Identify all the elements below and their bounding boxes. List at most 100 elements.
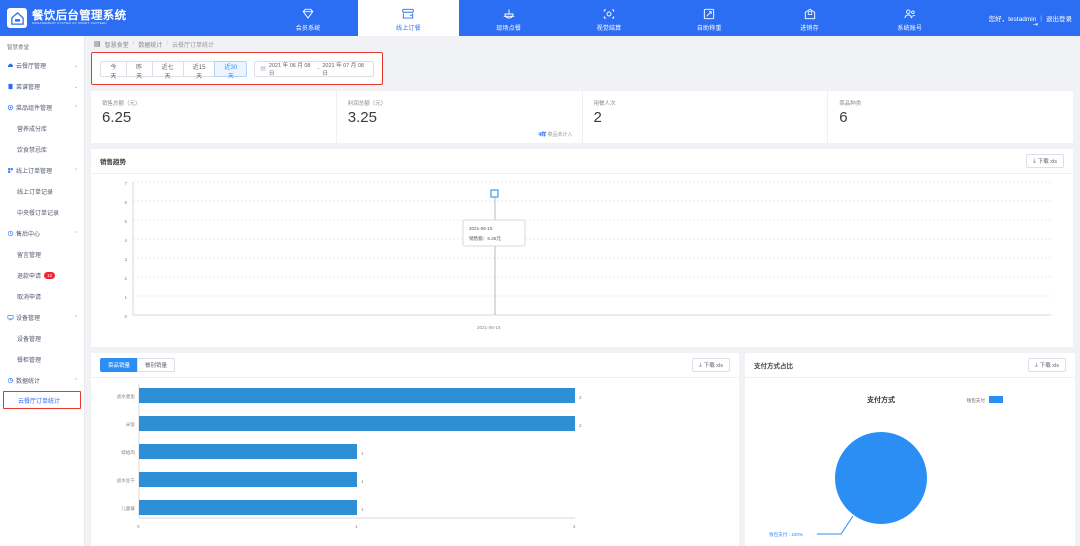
service-icon [7,230,16,237]
sales-trend-chart: 7 6 5 4 3 2 1 0 [91,174,1073,347]
sidebar-subitem-central-kitchen-order-records[interactable]: 中央餐订单记录 [0,202,84,223]
date-range-picker[interactable]: ▤ 2021 年 06 月 08 日 - 2021 年 07 月 08 日 [254,61,374,77]
svg-text:蚌蛤肉: 蚌蛤肉 [121,449,135,456]
sidebar-item-dish-components[interactable]: 菜品组件管理 ⌃ [0,97,84,118]
dish-bar-chart-svg: 卤水墨鱼 米饭 蚌蛤肉 卤水豆干 儿童餐 [91,378,739,546]
stat-label: 用餐人次 [594,99,828,107]
line-chart-svg: 7 6 5 4 3 2 1 0 [91,174,1063,347]
sidebar-item-cloud-restaurant[interactable]: 云餐厅管理 ⌄ [0,55,84,76]
sidebar-item-recipe-management[interactable]: 菜谱管理 ⌄ [0,76,84,97]
svg-text:2: 2 [573,524,576,529]
panel-title: 销售趋势 [100,156,126,166]
sidebar-item-label: 菜谱管理 [16,82,74,91]
user-area: 您好，testadmin | 退出登录 ⇥ [960,0,1080,36]
components-icon [7,104,16,111]
nav-item-dine-in[interactable]: 现场点餐 [459,0,559,36]
range-today-button[interactable]: 今天 [100,61,126,77]
download-dish-xls-button[interactable]: ⤓ 下载 xls [692,358,730,372]
top-nav-items: 会员系统 线上订餐 现场点餐 视觉结算 自助称重 [258,0,960,36]
chevron-up-icon: ⌃ [74,231,84,237]
svg-text:米饭: 米饭 [126,421,136,428]
sidebar-subitem-device-list[interactable]: 设备管理 [0,328,84,349]
sidebar-item-label: 线上订单管理 [16,166,74,175]
brand-logo-block: 餐饮后台管理系统 MANAGEMENT SYSTEM OF SMART CANT… [0,0,258,36]
svg-text:0: 0 [124,314,127,319]
svg-text:0: 0 [137,524,140,529]
breadcrumb-root[interactable]: 智慧食堂 [105,40,129,49]
nav-item-vision-settlement[interactable]: 视觉结算 [559,0,659,36]
bar [139,444,357,459]
dish-sales-tabs: 菜品销量 餐别销量 [100,358,175,372]
sidebar-subitem-diet-taboo-library[interactable]: 饮食禁忌库 [0,139,84,160]
sidebar-subitem-cloud-restaurant-order-statistics[interactable]: 云餐厅订单统计 [3,391,81,409]
nav-item-order-online[interactable]: 线上订餐 [358,0,458,36]
sidebar-item-data-statistics[interactable]: 数据统计 ⌃ [0,370,84,391]
nav-item-system-account[interactable]: 系统账号 [860,0,960,36]
sidebar-item-online-orders[interactable]: 线上订单管理 ⌃ [0,160,84,181]
x-axis-ticks: 0 1 2 [137,524,576,529]
stat-note-text: 菜品未计入 [547,132,572,138]
sidebar-subitem-message-management[interactable]: 留言管理 [0,244,84,265]
dish-sales-header: 菜品销量 餐别销量 ⤓ 下载 xls [91,353,739,378]
download-label: 下载 xls [704,361,723,369]
svg-text:1: 1 [361,507,364,512]
sidebar-item-after-sales-center[interactable]: 售后中心 ⌃ [0,223,84,244]
tab-meal-period-sales[interactable]: 餐别销量 [137,358,175,372]
breadcrumb-middle[interactable]: 数据统计 [138,40,162,49]
nav-item-inventory[interactable]: 进销存 [759,0,859,36]
quick-range-group: 今天 昨天 近七天 近15天 近30天 [100,61,247,77]
pie-slice-wallet-pay [835,432,927,524]
nav-label: 线上订餐 [396,23,421,32]
chevron-up-icon: ⌃ [74,315,84,321]
sales-trend-header: 销售趋势 ⤓ 下载 xls [91,149,1073,174]
tooltip-series: 销售额：6.25元 [469,235,501,242]
nav-item-member-system[interactable]: 会员系统 [258,0,358,36]
payment-pie-chart-svg: 支付方式 钱包支付 钱包支付 : 100% [745,378,1075,546]
breadcrumb: ▤ 智慧食堂 / 数据统计 / 云餐厅订单统计 [91,36,1073,52]
sidebar-subitem-nutrition-library[interactable]: 营养成分库 [0,118,84,139]
stat-label: 菜品种类 [839,99,1073,107]
auto-weigh-icon [702,7,716,22]
logout-button[interactable]: 退出登录 [1046,13,1072,23]
stat-value: 3.25 [348,109,582,126]
user-divider: | [1040,15,1042,22]
stat-value: 2 [594,109,828,126]
range-last-30-days-button[interactable]: 近30天 [214,61,247,77]
range-yesterday-button[interactable]: 昨天 [126,61,152,77]
tab-dish-sales[interactable]: 菜品销量 [100,358,137,372]
calendar-icon: ▤ [260,65,266,72]
sidebar: 智慧食堂 云餐厅管理 ⌄ 菜谱管理 ⌄ 菜品组件管理 ⌃ 营养成分库 饮食禁忌库… [0,36,85,546]
data-point-marker [491,190,498,197]
payment-panel-header: 支付方式占比 ⤓ 下载 xls [745,353,1075,378]
nav-label: 自助称重 [697,23,722,32]
svg-text:1: 1 [355,524,358,529]
svg-text:3: 3 [124,257,127,262]
bar-value-labels: 2 2 1 1 1 [361,395,582,512]
sidebar-subitem-cancel-applications[interactable]: 取消申请 [0,286,84,307]
legend-label: 钱包支付 [967,397,986,404]
sidebar-subitem-refund-applications[interactable]: 退款申请 12 [0,265,84,286]
menu-book-icon [7,83,16,90]
chevron-up-icon: ⌃ [74,168,84,174]
sidebar-item-device-management[interactable]: 设备管理 ⌃ [0,307,84,328]
sidebar-subitem-cabinet-management[interactable]: 餐柜管理 [0,349,84,370]
date-end-value: 2021 年 07 月 08 日 [322,61,368,77]
svg-text:卤水墨鱼: 卤水墨鱼 [117,393,136,400]
stat-note-count: 4样 [538,132,546,138]
range-last-15-days-button[interactable]: 近15天 [183,61,215,77]
nav-label: 视觉结算 [597,23,622,32]
svg-text:卤水豆干: 卤水豆干 [117,477,136,484]
svg-text:2: 2 [579,423,582,428]
users-icon [903,7,917,22]
sidebar-subitem-online-order-records[interactable]: 线上订单记录 [0,181,84,202]
tooltip-date: 2021-06-15 [469,226,493,231]
range-last-7-days-button[interactable]: 近七天 [152,61,183,77]
nav-item-auto-weigh[interactable]: 自助称重 [659,0,759,36]
bar [139,416,575,431]
download-trend-xls-button[interactable]: ⤓ 下载 xls [1026,154,1064,168]
sidebar-subitem-label: 云餐厅订单统计 [18,396,60,405]
bar-category-labels: 卤水墨鱼 米饭 蚌蛤肉 卤水豆干 儿童餐 [117,393,136,512]
logout-icon[interactable]: ⇥ [1033,21,1038,28]
download-payment-xls-button[interactable]: ⤓ 下载 xls [1028,358,1066,372]
stat-card-total-profit: 利润总额（元） 3.25 4样 菜品未计入 [337,91,583,143]
